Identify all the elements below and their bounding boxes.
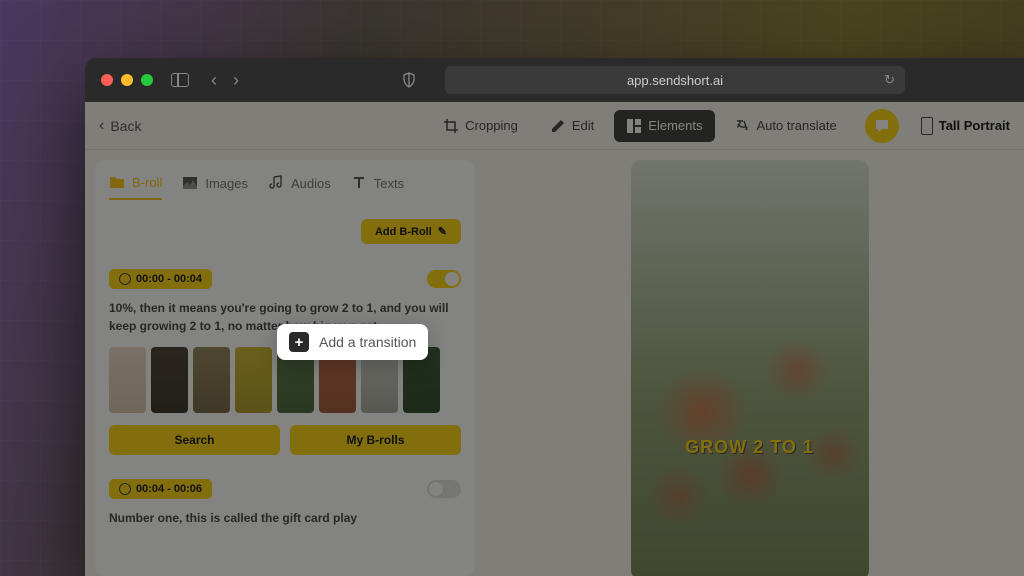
text-icon — [351, 175, 367, 191]
translate-label: Auto translate — [757, 118, 837, 133]
elements-icon — [626, 118, 642, 134]
shield-icon[interactable] — [401, 72, 417, 88]
translate-icon — [735, 118, 751, 134]
back-label: Back — [110, 118, 141, 134]
crop-icon — [443, 118, 459, 134]
chat-button[interactable] — [865, 109, 899, 143]
app-topbar: ‹ Back Cropping Edit Elements Auto trans… — [85, 102, 1024, 150]
reload-icon[interactable]: ↻ — [884, 72, 895, 88]
tab-broll-label: B-roll — [132, 175, 162, 190]
tab-audios-label: Audios — [291, 176, 331, 191]
sidebar-toggle-icon[interactable] — [171, 73, 189, 87]
broll-thumb[interactable] — [151, 347, 188, 413]
aspect-label: Tall Portrait — [939, 118, 1010, 133]
maximize-window-icon[interactable] — [141, 74, 153, 86]
time-chip-2[interactable]: 00:04 - 00:06 — [109, 479, 212, 499]
tooltip-text: Add a transition — [319, 334, 416, 350]
plus-icon: + — [289, 332, 309, 352]
nav-back-icon[interactable]: ‹ — [211, 70, 217, 91]
tab-texts-label: Texts — [374, 176, 404, 191]
panel-tabs: B-roll Images Audios Texts — [109, 174, 461, 209]
traffic-lights — [101, 74, 153, 86]
broll-thumb[interactable] — [235, 347, 272, 413]
add-broll-label: Add B-Roll — [375, 226, 432, 238]
cropping-button[interactable]: Cropping — [431, 110, 530, 142]
back-button[interactable]: ‹ Back — [99, 117, 141, 135]
url-bar[interactable]: app.sendshort.ai ↻ — [445, 66, 905, 94]
segment-2: 00:04 - 00:06 Number one, this is called… — [109, 479, 461, 527]
pencil-icon — [550, 118, 566, 134]
elements-label: Elements — [648, 118, 702, 133]
segment-1: 00:00 - 00:04 10%, then it means you're … — [109, 269, 461, 455]
elements-panel: B-roll Images Audios Texts — [95, 160, 475, 576]
nav-forward-icon[interactable]: › — [233, 70, 239, 91]
add-broll-button[interactable]: Add B-Roll ✎ — [361, 219, 461, 244]
image-icon — [182, 175, 198, 191]
browser-window: ‹ › app.sendshort.ai ↻ ‹ Back Cropping E… — [85, 58, 1024, 576]
edit-label: Edit — [572, 118, 594, 133]
folder-icon — [109, 174, 125, 190]
tab-texts[interactable]: Texts — [351, 174, 404, 200]
minimize-window-icon[interactable] — [121, 74, 133, 86]
music-icon — [268, 175, 284, 191]
segment-2-toggle[interactable] — [427, 480, 461, 498]
time-2: 00:04 - 00:06 — [136, 483, 202, 495]
time-1: 00:00 - 00:04 — [136, 273, 202, 285]
cropping-label: Cropping — [465, 118, 518, 133]
my-brolls-button[interactable]: My B-rolls — [290, 425, 461, 455]
browser-chrome: ‹ › app.sendshort.ai ↻ — [85, 58, 1024, 102]
clock-icon — [119, 273, 131, 285]
caption-overlay: GROW 2 TO 1 — [631, 437, 869, 458]
tab-audios[interactable]: Audios — [268, 174, 331, 200]
close-window-icon[interactable] — [101, 74, 113, 86]
chat-icon — [873, 117, 891, 135]
edit-button[interactable]: Edit — [538, 110, 606, 142]
elements-button[interactable]: Elements — [614, 110, 714, 142]
phone-icon — [921, 117, 933, 135]
wand-icon: ✎ — [438, 225, 447, 238]
segment-1-toggle[interactable] — [427, 270, 461, 288]
aspect-selector[interactable]: Tall Portrait — [921, 117, 1010, 135]
search-button[interactable]: Search — [109, 425, 280, 455]
segment-2-text: Number one, this is called the gift card… — [109, 509, 461, 527]
chevron-left-icon: ‹ — [99, 117, 104, 135]
tab-images-label: Images — [205, 176, 248, 191]
clock-icon — [119, 483, 131, 495]
tab-images[interactable]: Images — [182, 174, 248, 200]
url-text: app.sendshort.ai — [627, 73, 723, 88]
app-frame: ‹ Back Cropping Edit Elements Auto trans… — [85, 102, 1024, 576]
main-area: B-roll Images Audios Texts — [85, 150, 1024, 576]
tab-broll[interactable]: B-roll — [109, 174, 162, 200]
broll-thumb[interactable] — [193, 347, 230, 413]
add-transition-tooltip[interactable]: + Add a transition — [277, 324, 428, 360]
preview-area: GROW 2 TO 1 — [475, 150, 1024, 576]
auto-translate-button[interactable]: Auto translate — [723, 110, 849, 142]
video-preview[interactable]: GROW 2 TO 1 — [631, 160, 869, 576]
broll-thumb[interactable] — [109, 347, 146, 413]
time-chip-1[interactable]: 00:00 - 00:04 — [109, 269, 212, 289]
